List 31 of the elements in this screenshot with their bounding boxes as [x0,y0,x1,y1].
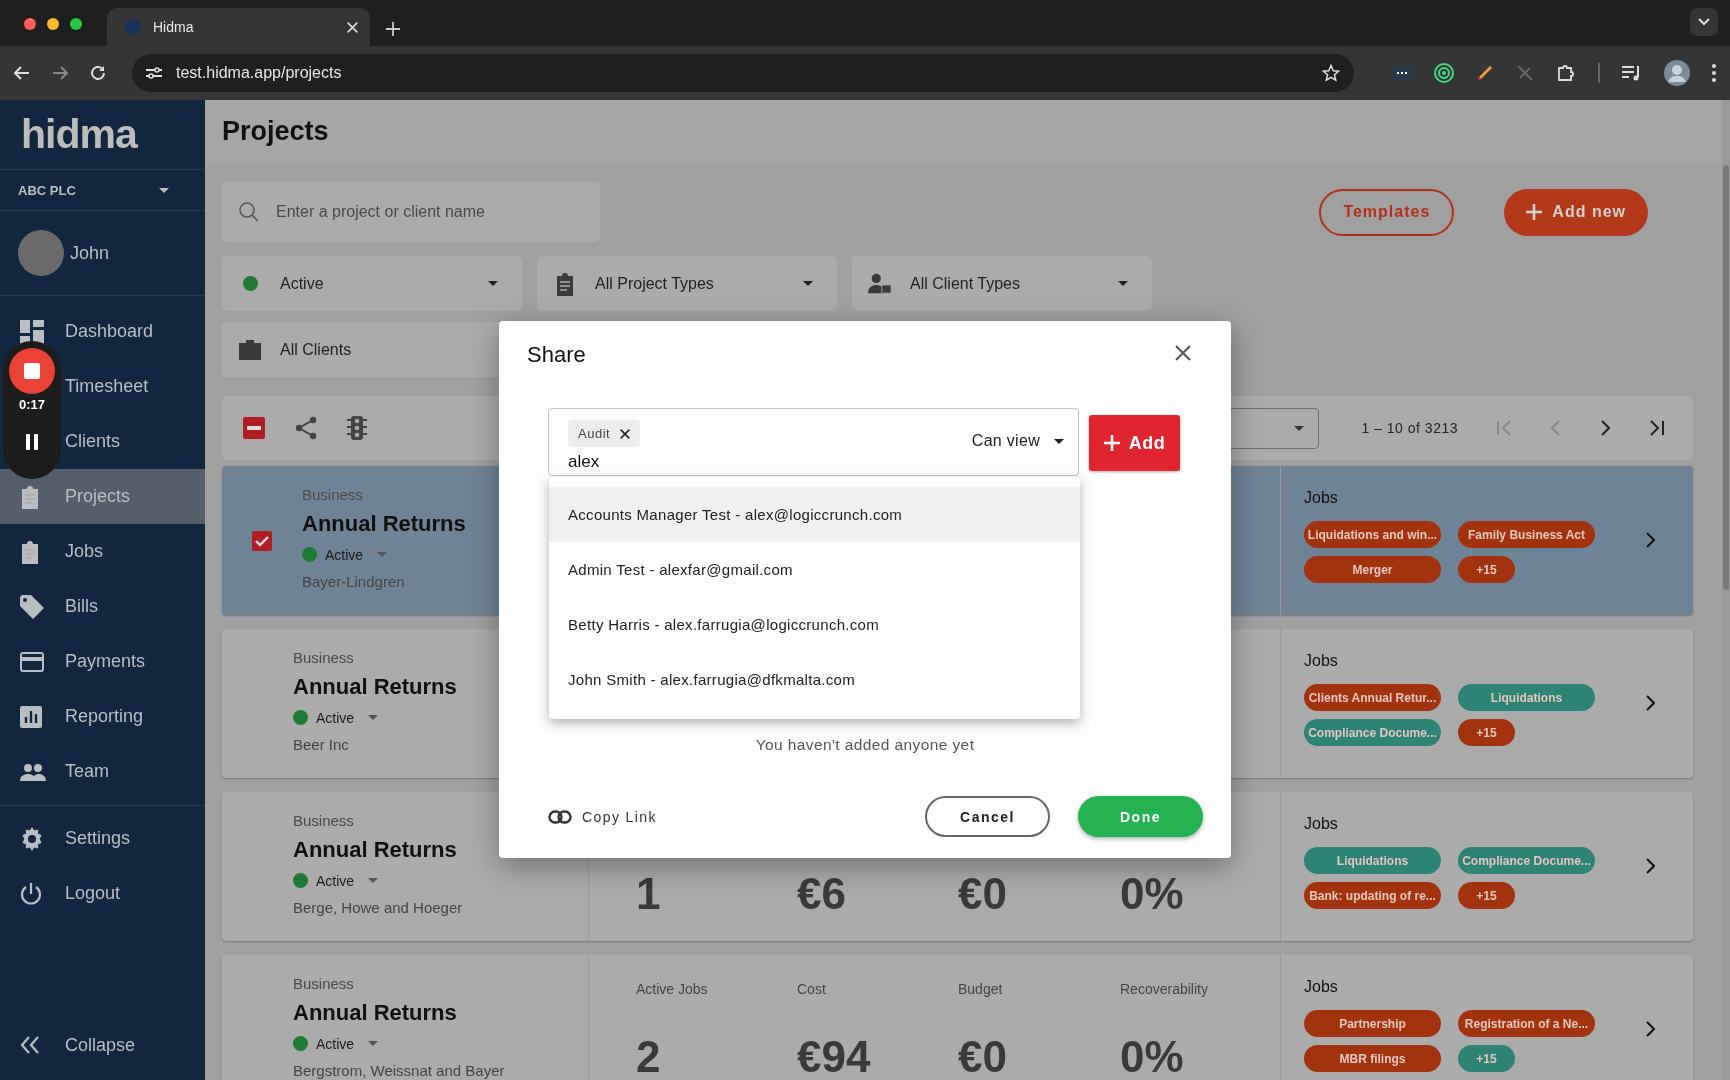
project-type: Business [293,974,355,992]
client-name: Bayer-Lindgren [302,572,406,590]
empty-message: You haven't added anyone yet [755,736,975,754]
tab-title: Hidma [153,19,195,35]
jobs-heading: Jobs [1304,815,1339,833]
jobs-heading: Jobs [1304,489,1339,507]
project-type: Business [293,648,355,666]
pagination-range: 1 – 10 of 3213 [1361,420,1458,436]
stat-label: Recoverability [1120,981,1209,999]
project-type: Business [302,485,364,503]
stat-label: Budget [958,981,1004,999]
page-title: Projects [222,116,329,147]
stat-value: 2 [636,1032,662,1080]
url-text: test.hidma.app/projects [176,64,343,82]
stat-value: €94 [797,1032,872,1080]
project-type: Business [293,811,355,829]
client-name: Berge, Howe and Hoeger [293,898,463,916]
stat-value: €0 [958,1032,1008,1080]
stat-label: Cost [797,981,827,999]
jobs-heading: Jobs [1304,652,1339,670]
jobs-heading: Jobs [1304,978,1339,996]
stat-label: Active Jobs [636,981,709,999]
stat-value: 0% [1120,869,1185,919]
recording-time: 0:17 [19,398,45,411]
client-name: Bergstrom, Weissnat and Bayer [293,1061,505,1079]
client-name: Beer Inc [293,735,350,753]
dialog-title: Share [527,342,586,368]
stat-value: 0% [1120,1032,1185,1080]
stat-value: 1 [636,869,662,919]
stat-value: €6 [797,869,847,919]
stat-value: €0 [958,869,1008,919]
